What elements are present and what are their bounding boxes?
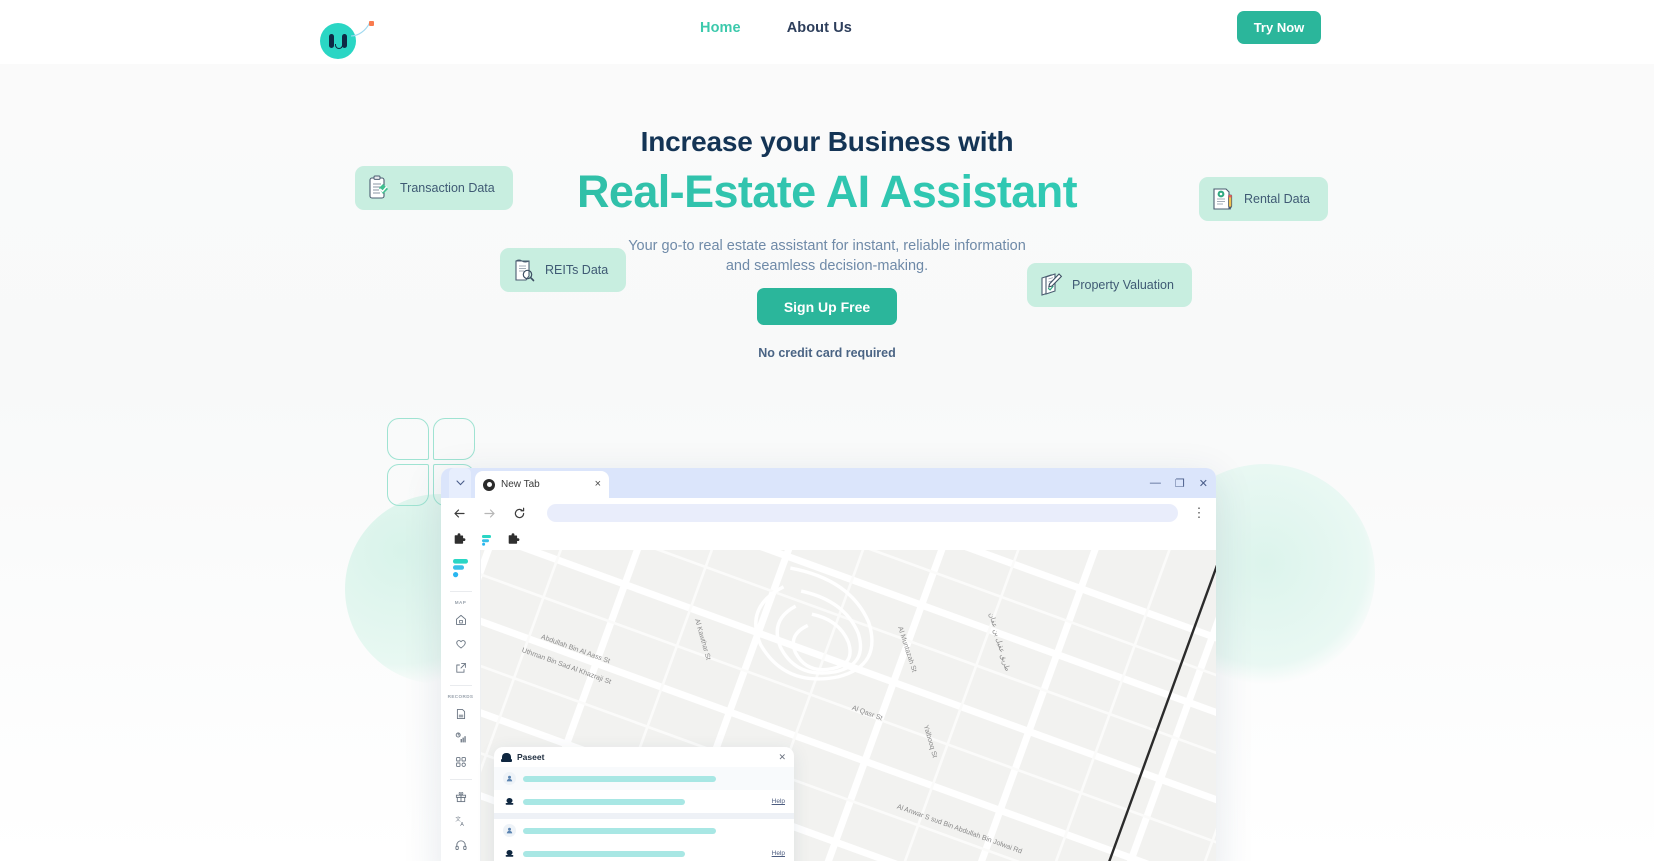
home-icon <box>455 614 466 625</box>
logo-accent-dot <box>369 21 374 26</box>
pill-label: Property Valuation <box>1072 278 1174 292</box>
sidebar-divider <box>449 685 472 686</box>
app-sidebar: MAP RECORDS 文 A <box>441 550 481 861</box>
chat-brand-avatar-icon <box>501 752 512 762</box>
browser-mockup: New Tab × — ❐ ✕ ⋮ Abdullah Bin Al Aass S… <box>441 468 1216 861</box>
external-link-icon <box>455 663 466 673</box>
extension-icon[interactable] <box>507 532 520 546</box>
sidebar-item-support[interactable] <box>450 835 472 856</box>
no-credit-card-note: No credit card required <box>758 346 896 360</box>
paseet-app-logo[interactable] <box>452 558 470 578</box>
chevron-down-icon <box>455 480 465 486</box>
brand-logo[interactable] <box>318 13 378 59</box>
chat-message-user <box>494 819 794 842</box>
sign-up-free-button[interactable]: Sign Up Free <box>757 288 897 325</box>
pill-label: Rental Data <box>1244 192 1311 206</box>
headphones-icon <box>454 840 467 851</box>
maximize-button[interactable]: ❐ <box>1175 477 1185 490</box>
browser-viewport: Abdullah Bin Al Aass St Uthman Bin Sad A… <box>441 550 1216 861</box>
chat-message-assistant: Help <box>494 790 794 813</box>
pill-reits-data[interactable]: REITs Data <box>500 248 627 292</box>
nav-link-home[interactable]: Home <box>700 20 741 36</box>
tab-close-icon[interactable]: × <box>595 479 601 490</box>
nav-link-about-us[interactable]: About Us <box>787 20 852 36</box>
logo-eye-left <box>329 34 334 48</box>
clover-petal <box>387 418 429 460</box>
hero-title-line-1: Increase your Business with <box>640 126 1014 157</box>
rental-document-pencil-icon <box>1213 188 1233 210</box>
help-link[interactable]: Help <box>772 798 785 805</box>
message-placeholder-bar <box>523 775 716 782</box>
pill-transaction-data[interactable]: Transaction Data <box>355 166 513 210</box>
forward-button[interactable] <box>481 505 497 521</box>
clipboard-check-icon <box>369 175 388 199</box>
gift-icon <box>455 792 466 803</box>
document-icon <box>456 708 465 720</box>
sidebar-item-analytics[interactable] <box>450 728 472 749</box>
sidebar-item-open-external[interactable] <box>450 658 472 679</box>
chat-title: Paseet <box>517 752 545 762</box>
tab-search-button[interactable] <box>449 468 471 498</box>
hero-title-line-2: Real-Estate AI Assistant <box>0 166 1654 218</box>
bar-chart-icon <box>455 732 466 743</box>
sidebar-item-apps[interactable] <box>450 752 472 773</box>
try-now-button[interactable]: Try Now <box>1237 11 1321 44</box>
grid-icon <box>455 757 466 767</box>
sidebar-item-home[interactable] <box>450 610 472 631</box>
browser-toolbar: ⋮ <box>441 498 1216 528</box>
top-navbar: Home About Us Try Now <box>0 0 1654 64</box>
tab-favicon-icon <box>483 478 495 491</box>
window-controls: — ❐ ✕ <box>1150 468 1208 498</box>
bookmarks-bar <box>441 528 1216 550</box>
browser-menu-button[interactable]: ⋮ <box>1192 505 1206 521</box>
sidebar-item-rewards[interactable] <box>450 787 472 808</box>
user-avatar-icon <box>503 772 516 785</box>
chat-message-assistant: Help <box>494 842 794 861</box>
close-button[interactable]: ✕ <box>1199 477 1208 490</box>
address-bar-input[interactable] <box>547 504 1178 522</box>
clover-petal <box>433 418 475 460</box>
pill-property-valuation[interactable]: Property Valuation <box>1027 263 1192 307</box>
bot-avatar-icon <box>503 847 516 860</box>
extension-icon[interactable] <box>453 532 466 546</box>
documents-pen-icon <box>1041 273 1063 296</box>
chat-header: Paseet ✕ <box>494 747 794 767</box>
chat-message-user <box>494 767 794 790</box>
message-placeholder-bar <box>523 827 716 834</box>
back-button[interactable] <box>451 505 467 521</box>
message-placeholder-bar <box>523 798 685 805</box>
tab-title: New Tab <box>501 479 540 490</box>
browser-tab-strip: New Tab × — ❐ ✕ <box>441 468 1216 498</box>
svg-text:A: A <box>460 822 464 827</box>
heart-icon <box>455 640 466 649</box>
message-placeholder-bar <box>523 850 685 857</box>
chat-close-icon[interactable]: ✕ <box>778 752 786 763</box>
reload-button[interactable] <box>511 505 527 521</box>
help-link[interactable]: Help <box>772 850 785 857</box>
scroll-document-icon <box>515 259 535 282</box>
pill-rental-data[interactable]: Rental Data <box>1199 177 1329 221</box>
minimize-button[interactable]: — <box>1150 477 1161 489</box>
browser-tab[interactable]: New Tab × <box>475 471 609 498</box>
sidebar-item-favorites[interactable] <box>450 634 472 655</box>
pill-label: REITs Data <box>545 263 609 277</box>
chat-panel: Paseet ✕ Help Help <box>494 747 794 861</box>
sidebar-divider <box>449 779 472 780</box>
hero-subtitle: Your go-to real estate assistant for ins… <box>628 238 1026 274</box>
bot-avatar-icon <box>503 795 516 808</box>
sidebar-item-documents[interactable] <box>450 704 472 725</box>
sidebar-caption-records: RECORDS <box>447 694 474 699</box>
clover-petal <box>387 464 429 506</box>
paseet-icon[interactable] <box>480 533 493 546</box>
sidebar-caption-map: MAP <box>454 600 467 605</box>
hero-section: Increase your Business with Real-Estate … <box>0 64 1654 861</box>
pill-label: Transaction Data <box>400 181 495 195</box>
sidebar-item-language[interactable]: 文 A <box>450 811 472 832</box>
sidebar-divider <box>449 591 472 592</box>
nav-links: Home About Us <box>700 20 852 36</box>
landing-page: Home About Us Try Now Increase your Busi… <box>0 0 1654 861</box>
user-avatar-icon <box>503 824 516 837</box>
translate-icon: 文 A <box>455 815 464 827</box>
